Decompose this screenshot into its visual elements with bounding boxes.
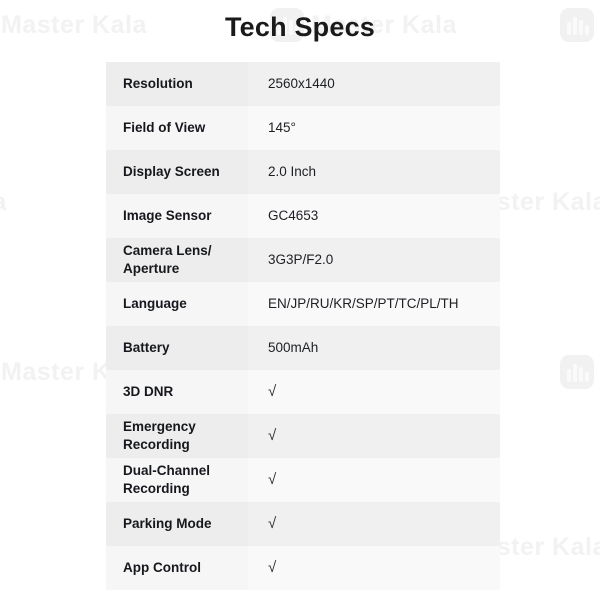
spec-label: Field of View — [123, 120, 206, 136]
spec-label: 3D DNR — [123, 384, 174, 400]
spec-label: App Control — [123, 560, 201, 576]
spec-value-checkmark-icon: √ — [268, 427, 277, 445]
spec-value: 3G3P/F2.0 — [268, 252, 334, 268]
spec-label: Resolution — [123, 76, 193, 92]
table-row: Field of View 145° — [106, 106, 500, 150]
watermark-5: Master Kala — [0, 185, 7, 219]
table-row: Battery 500mAh — [106, 326, 500, 370]
spec-value: 2.0 Inch — [268, 164, 317, 180]
table-row: Parking Mode √ — [106, 502, 500, 546]
table-row: Camera Lens/ Aperture 3G3P/F2.0 — [106, 238, 500, 282]
spec-label: Parking Mode — [123, 516, 212, 532]
spec-value-checkmark-icon: √ — [268, 559, 277, 577]
spec-label: Camera Lens/ Aperture — [123, 243, 212, 276]
spec-value-checkmark-icon: √ — [268, 515, 277, 533]
master-kala-logo-icon — [560, 355, 594, 389]
table-row: Emergency Recording √ — [106, 414, 500, 458]
spec-value: 145° — [268, 120, 296, 136]
spec-label: Emergency Recording — [123, 419, 196, 452]
page-title: Tech Specs — [224, 12, 376, 42]
spec-label: Battery — [123, 340, 170, 356]
spec-table: Resolution 2560x1440 Field of View 145° Disp… — [106, 62, 500, 590]
table-row: Image Sensor GC4653 — [106, 194, 500, 238]
spec-value-checkmark-icon: √ — [268, 471, 277, 489]
spec-value-checkmark-icon: √ — [268, 383, 277, 401]
spec-value: EN/JP/RU/KR/SP/PT/TC/PL/TH — [268, 296, 459, 312]
table-row: Dual-Channel Recording √ — [106, 458, 500, 502]
spec-value: 500mAh — [268, 340, 319, 356]
spec-label: Image Sensor — [123, 208, 212, 224]
spec-label: Dual-Channel Recording — [123, 463, 211, 496]
table-row: Resolution 2560x1440 — [106, 62, 500, 106]
spec-value: 2560x1440 — [268, 76, 335, 92]
spec-value: GC4653 — [268, 208, 319, 224]
spec-label: Display Screen — [123, 164, 220, 180]
watermark-8: Master Kala — [560, 355, 600, 389]
table-row: App Control √ — [106, 546, 500, 590]
table-row: Display Screen 2.0 Inch — [106, 150, 500, 194]
table-row: Language EN/JP/RU/KR/SP/PT/TC/PL/TH — [106, 282, 500, 326]
watermark-text: Master Kala — [0, 188, 7, 217]
spec-label: Language — [123, 296, 187, 312]
table-row: 3D DNR √ — [106, 370, 500, 414]
